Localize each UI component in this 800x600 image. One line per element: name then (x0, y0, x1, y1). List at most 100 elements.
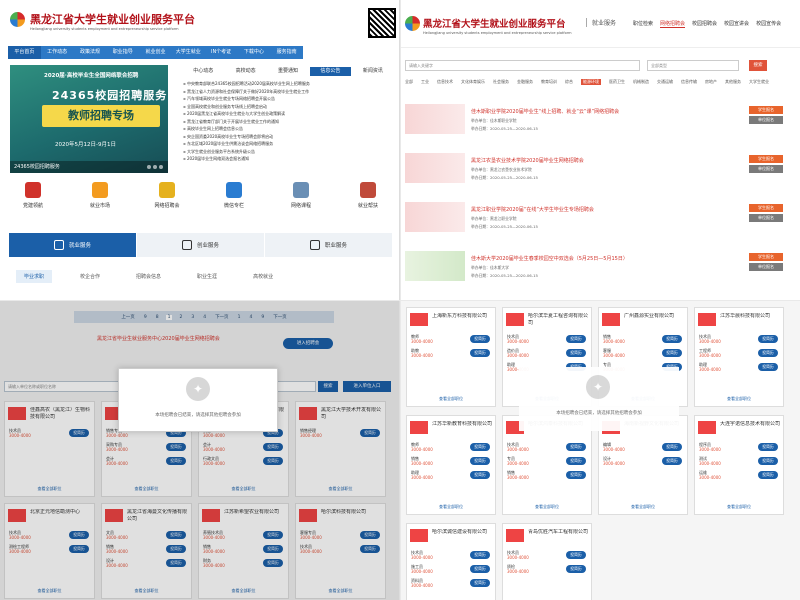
news-item[interactable]: 2020届黑龙江省高校毕业生就业与大学生创业政策解读 (183, 110, 393, 118)
search-button[interactable]: 搜索 (749, 60, 767, 71)
student-signup-button[interactable]: 学生报名 (749, 155, 783, 163)
news-item[interactable]: 汽车领域高校毕业生就业专场网络招聘会开展公告 (183, 95, 393, 103)
subtab[interactable]: 职业生涯 (189, 270, 225, 283)
type-select[interactable]: 全部类型 (647, 60, 739, 71)
nav-item[interactable]: 服务指南 (270, 46, 303, 59)
job-fair-item[interactable]: 佳木斯大学2020届毕业生春季校园空中双选会（5月25日—5月15日） 举办单位：… (405, 251, 795, 295)
category-item[interactable]: 工业 (421, 79, 429, 85)
company-signup-button[interactable]: 单位报名 (749, 214, 783, 222)
job-fair-item[interactable]: 佳木斯职业学院2020届毕业生“线上招聘、就业“云”课”网络招聘会 举办单位：佳木… (405, 104, 795, 148)
subtab[interactable]: 校企合作 (72, 270, 108, 283)
category-item[interactable]: 房地产 (705, 79, 717, 85)
student-signup-button[interactable]: 学生报名 (749, 253, 783, 261)
company-name[interactable]: 青岛优胜汽车工程有限公司 (528, 529, 588, 543)
news-item[interactable]: 中央教育部联合24365校园招聘活动2020届高校毕业生网上招聘服务 (183, 80, 393, 88)
job-fair-item[interactable]: 黑龙江职业学院2020届“在线”大学生毕业生专场招聘会 举办单位：黑龙江职业学院举… (405, 202, 795, 246)
view-all-positions-link[interactable]: 查看全部职位 (407, 396, 495, 402)
carousel-dots[interactable] (147, 165, 163, 169)
category-item[interactable]: 教育培训 (541, 79, 557, 85)
category-item[interactable]: 机械制造 (633, 79, 649, 85)
category-item[interactable]: 能源环境 (581, 79, 601, 85)
news-item[interactable]: 大学生就业创业服务平台系统升级公告 (183, 148, 393, 156)
apply-button[interactable]: 投简历 (758, 471, 778, 479)
company-name[interactable]: 江苏华晨科技有限公司 (720, 313, 780, 327)
category-item[interactable]: 社会服务 (493, 79, 509, 85)
news-item[interactable]: 全国高校就业和创业服务专场线上招聘会启动 (183, 103, 393, 111)
nav-item[interactable]: IN个考证 (205, 46, 238, 59)
nav-item[interactable]: 平台首页 (8, 46, 41, 59)
service-tab[interactable]: 就业服务 (9, 233, 137, 257)
news-tab[interactable]: 高校动态 (225, 67, 265, 76)
apply-button[interactable]: 投简历 (758, 363, 778, 371)
news-tab[interactable]: 新闻资讯 (353, 67, 393, 76)
apply-button[interactable]: 投简历 (662, 335, 682, 343)
nav-item[interactable]: 大学生就业 (172, 46, 205, 59)
search-input[interactable]: 请输入关键字 (405, 60, 640, 71)
quick-link[interactable]: 网络课程 (276, 182, 326, 209)
apply-button[interactable]: 投简历 (662, 443, 682, 451)
apply-button[interactable]: 投简历 (566, 349, 586, 357)
student-signup-button[interactable]: 学生报名 (749, 204, 783, 212)
quick-link[interactable]: 就业帮扶 (343, 182, 393, 209)
news-tab[interactable]: 信息公告 (310, 67, 351, 76)
apply-button[interactable]: 投简历 (470, 565, 490, 573)
category-item[interactable]: 文化体育娱乐 (461, 79, 485, 85)
apply-button[interactable]: 投简历 (566, 457, 586, 465)
news-tab[interactable]: 重要通知 (268, 67, 308, 76)
company-name[interactable]: 哈尔滨诚信建设有限公司 (432, 529, 492, 543)
news-item[interactable]: 高校毕业生网上招聘会信息公告 (183, 125, 393, 133)
fair-title[interactable]: 佳木斯大学2020届毕业生春季校园空中双选会（5月25日—5月15日） (471, 255, 628, 262)
apply-button[interactable]: 投简历 (758, 335, 778, 343)
category-item[interactable]: 医药卫生 (609, 79, 625, 85)
nav-item[interactable]: 职业指导 (106, 46, 139, 59)
quick-link[interactable]: 党建领航 (8, 182, 58, 209)
category-item[interactable]: 交通运输 (657, 79, 673, 85)
student-signup-button[interactable]: 学生报名 (749, 106, 783, 114)
company-name[interactable]: 大连宇诺信息技术有限公司 (720, 421, 780, 435)
apply-button[interactable]: 投简历 (566, 551, 586, 559)
news-tab[interactable]: 中心动态 (183, 67, 223, 76)
apply-button[interactable]: 投简历 (758, 349, 778, 357)
apply-button[interactable]: 投简历 (470, 471, 490, 479)
company-name[interactable]: 哈尔滨华夏工程咨询有限公司 (528, 313, 588, 327)
category-item[interactable]: 信息传输 (681, 79, 697, 85)
apply-button[interactable]: 投简历 (566, 335, 586, 343)
news-item[interactable]: 东北区域2020届毕业生供需洽谈会网络招聘服务 (183, 140, 393, 148)
service-tab[interactable]: 职业服务 (265, 233, 393, 257)
category-item[interactable]: 全部 (405, 79, 413, 85)
nav-item[interactable]: 就业创业 (139, 46, 172, 59)
apply-button[interactable]: 投简历 (662, 349, 682, 357)
apply-button[interactable]: 投简历 (662, 457, 682, 465)
job-fair-item[interactable]: 黑龙江农垦农业技术学院2020届毕业生网络招聘会 举办单位：黑龙江农垦农业技术学院… (405, 153, 795, 197)
apply-button[interactable]: 投简历 (470, 335, 490, 343)
news-item[interactable]: 黑龙江省教育厅部门关于开展毕业生就业工作的通知 (183, 118, 393, 126)
service-tab[interactable]: 创业服务 (137, 233, 265, 257)
apply-button[interactable]: 投简历 (758, 457, 778, 465)
company-name[interactable]: 江苏华新教育科技有限公司 (432, 421, 492, 435)
section-nav-item[interactable]: 职位检索 (633, 20, 653, 28)
nav-item[interactable]: 下载中心 (237, 46, 270, 59)
apply-button[interactable]: 投简历 (758, 443, 778, 451)
company-signup-button[interactable]: 单位报名 (749, 263, 783, 271)
section-nav-item[interactable]: 网络招聘会 (660, 20, 686, 28)
apply-button[interactable]: 投简历 (470, 551, 490, 559)
category-item[interactable]: 其他服务 (725, 79, 741, 85)
apply-button[interactable]: 投简历 (470, 457, 490, 465)
view-all-positions-link[interactable]: 查看全部职位 (599, 504, 687, 510)
news-item[interactable]: 2020届毕业生网络双选会报名通知 (183, 155, 393, 163)
fair-title[interactable]: 佳木斯职业学院2020届毕业生“线上招聘、就业“云”课”网络招聘会 (471, 108, 619, 115)
category-item[interactable]: 信息技术 (437, 79, 453, 85)
company-signup-button[interactable]: 单位报名 (749, 116, 783, 124)
section-nav-item[interactable]: 校园宣讲会 (724, 20, 749, 28)
category-item[interactable]: 金融服务 (517, 79, 533, 85)
apply-button[interactable]: 投简历 (566, 471, 586, 479)
apply-button[interactable]: 投简历 (470, 349, 490, 357)
apply-button[interactable]: 投简历 (470, 443, 490, 451)
section-nav-item[interactable]: 校园招聘会 (692, 20, 717, 28)
apply-button[interactable]: 投简历 (566, 443, 586, 451)
news-item[interactable]: 黑龙江省人力资源和社会保障厅关于做好2020年高校毕业生就业工作 (183, 88, 393, 96)
subtab[interactable]: 毕业求职 (16, 270, 53, 283)
company-name[interactable]: 上海新东方科技有限公司 (432, 313, 492, 327)
quick-link[interactable]: 就业市场 (75, 182, 125, 209)
company-name[interactable]: 广州鑫源实业有限公司 (624, 313, 684, 327)
